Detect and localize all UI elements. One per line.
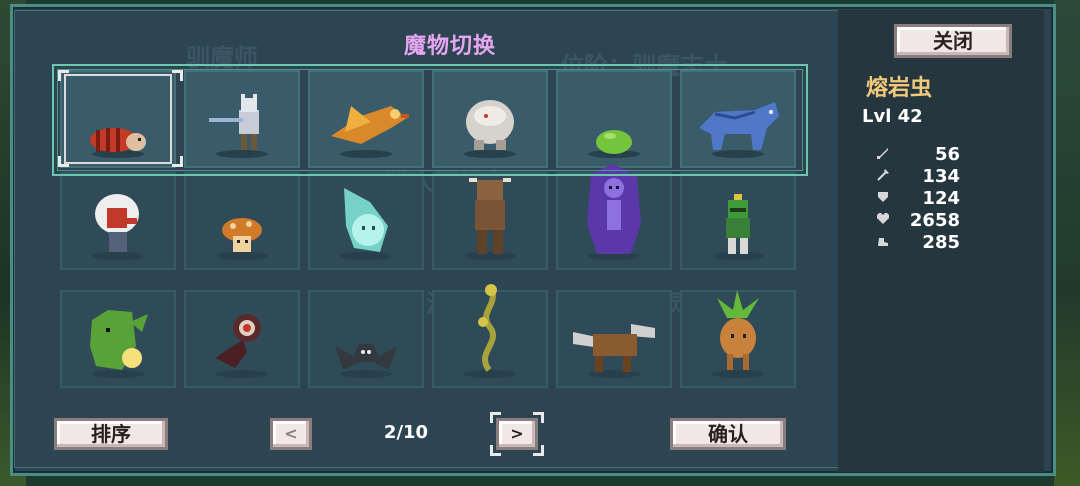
sword-icon: [877, 148, 888, 159]
stat-speed: 285: [876, 232, 960, 254]
minotaur-sprite: [465, 174, 515, 256]
shield-icon: [878, 192, 888, 202]
mandrake-sprite: [713, 288, 763, 374]
selected-monster-level: Lvl 42: [862, 106, 923, 127]
stat-attack-value: 56: [934, 144, 960, 165]
monster-slot-bat[interactable]: [308, 290, 424, 388]
monster-slot-eye-worm[interactable]: [184, 290, 300, 388]
green-knight-sprite: [716, 194, 760, 256]
stat-defense: 124: [876, 188, 960, 210]
stat-health-value: 2658: [909, 210, 960, 231]
confirm-button[interactable]: 确认: [670, 418, 786, 450]
monster-slot-green-knight[interactable]: [680, 172, 796, 270]
stat-magic-value: 134: [922, 166, 960, 187]
background-foliage-right: [1054, 0, 1080, 486]
magic-wand-icon: [877, 169, 889, 181]
close-button[interactable]: 关闭: [894, 24, 1012, 58]
snake-vine-sprite: [469, 282, 511, 374]
drill-beast-sprite: [571, 318, 657, 374]
shadow-skeleton-sprite: [585, 164, 643, 256]
monster-slot-snake-vine[interactable]: [432, 284, 548, 388]
selected-row-highlight: [52, 64, 808, 176]
goblin-lantern-sprite: [82, 306, 154, 374]
red-face-shaman-sprite: [93, 192, 143, 256]
monster-slot-ice-spirit[interactable]: [308, 172, 424, 270]
sort-button[interactable]: 排序: [54, 418, 168, 450]
mushroom-sprite: [219, 216, 265, 256]
monster-slot-goblin-lantern[interactable]: [60, 290, 176, 388]
heart-icon: [877, 213, 889, 224]
boot-icon: [878, 238, 888, 246]
monster-slot-mushroom[interactable]: [184, 172, 300, 270]
monster-slot-minotaur[interactable]: [432, 172, 548, 270]
selected-monster-name: 熔岩虫: [866, 76, 933, 101]
stat-attack: 56: [876, 144, 960, 166]
page-indicator: 2/10: [383, 422, 429, 443]
stat-health: 2658: [876, 210, 960, 232]
eye-worm-sprite: [207, 312, 277, 374]
dialog-title: 魔物切换: [403, 34, 496, 59]
ice-spirit-sprite: [336, 182, 396, 256]
bat-sprite: [333, 336, 399, 374]
monster-slot-shadow-skeleton[interactable]: [556, 164, 672, 270]
next-page-focus-corners: [490, 412, 544, 456]
prev-page-button[interactable]: <: [270, 418, 312, 450]
monster-slot-red-face-shaman[interactable]: [60, 172, 176, 270]
monster-slot-mandrake[interactable]: [680, 290, 796, 388]
stat-speed-value: 285: [922, 232, 960, 253]
stat-magic: 134: [876, 166, 960, 188]
monster-slot-drill-beast[interactable]: [556, 290, 672, 388]
stat-defense-value: 124: [922, 188, 960, 209]
